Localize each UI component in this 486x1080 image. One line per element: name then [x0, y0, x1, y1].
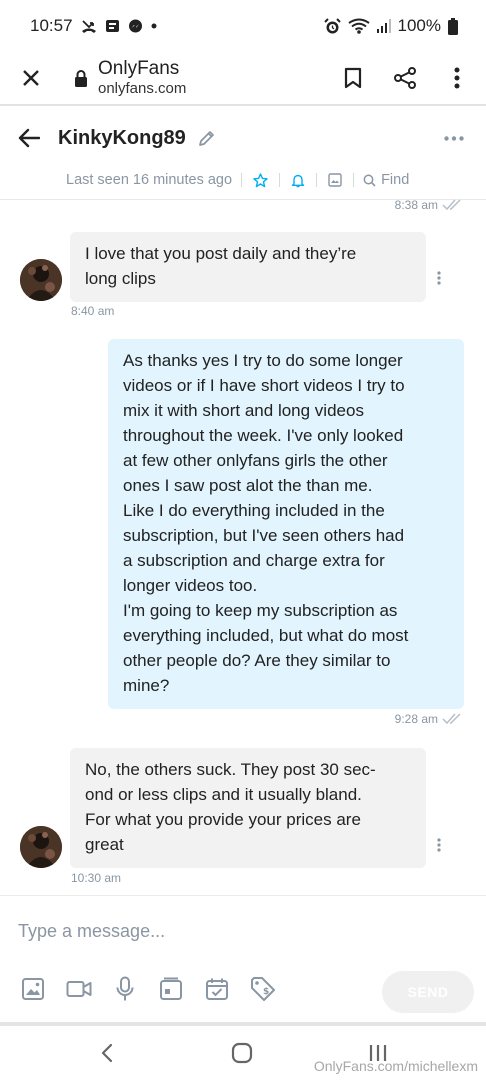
message-timestamp: 8:38 am	[395, 198, 462, 212]
dot-icon	[151, 23, 157, 29]
browser-page-title: OnlyFans	[98, 58, 180, 80]
system-nav-bar: OnlyFans.com/michellexm	[0, 1026, 486, 1080]
status-bar: 10:57 100%	[0, 0, 486, 52]
message-text-line: mine?	[123, 676, 170, 695]
battery-icon	[448, 17, 458, 35]
battery-percent: 100%	[397, 16, 441, 35]
message-text-line: For what you provide your prices are	[85, 810, 361, 829]
vault-icon[interactable]	[158, 976, 184, 1002]
video-icon[interactable]	[66, 976, 92, 1002]
image-icon[interactable]	[328, 173, 342, 187]
share-icon[interactable]	[392, 65, 418, 91]
message-text-line: subscription, but I've seen others had	[123, 526, 405, 545]
message-options-icon[interactable]	[434, 836, 444, 854]
more-dots-icon[interactable]	[440, 128, 468, 148]
message-text-line: great	[85, 835, 124, 854]
outgoing-message-bubble[interactable]: As thanks yes I try to do some longer vi…	[108, 339, 464, 709]
microphone-icon[interactable]	[112, 976, 138, 1002]
message-composer: $ SEND	[0, 895, 486, 1027]
read-receipt-icon	[442, 713, 462, 725]
signal-icon	[376, 19, 391, 33]
browser-page-info[interactable]: OnlyFans onlyfans.com	[98, 58, 186, 97]
browser-url: onlyfans.com	[98, 80, 187, 98]
send-button[interactable]: SEND	[382, 971, 474, 1013]
watermark-text: OnlyFans.com/michellexm	[313, 1058, 478, 1074]
image-icon[interactable]	[20, 976, 46, 1002]
message-text-line: ond or less clips and it usually bland.	[85, 785, 362, 804]
message-text-line: throughout the week. I've only looked	[123, 426, 404, 445]
message-text-line: long clips	[85, 269, 156, 288]
incoming-message-bubble[interactable]: I love that you post daily and they’re l…	[70, 232, 426, 302]
status-time: 10:57	[30, 16, 73, 35]
star-icon[interactable]	[253, 172, 268, 188]
messenger-icon	[128, 19, 143, 34]
lock-icon	[74, 69, 92, 87]
message-list[interactable]: 8:38 am I love that you post daily and t…	[0, 198, 486, 895]
message-timestamp: 10:30 am	[71, 871, 122, 885]
read-receipt-icon	[442, 199, 462, 211]
find-label: Find	[381, 172, 410, 188]
search-icon	[363, 174, 376, 187]
browser-toolbar: OnlyFans onlyfans.com	[0, 52, 486, 106]
price-tag-icon[interactable]: $	[250, 976, 276, 1002]
schedule-icon[interactable]	[204, 976, 230, 1002]
pencil-icon[interactable]	[198, 128, 218, 148]
message-text-line: mix it with short and long videos	[123, 401, 364, 420]
message-text-line: a subscription and charge extra for	[123, 551, 385, 570]
home-icon[interactable]	[227, 1040, 257, 1066]
message-text-line: videos or if I have short videos I try t…	[123, 376, 405, 395]
message-text-line: No, the others suck. They post 30 sec-	[85, 760, 376, 779]
message-text-line: I love that you post daily and they’re	[85, 244, 357, 263]
message-text-line: As thanks yes I try to do some longer	[123, 351, 403, 370]
back-arrow-icon[interactable]	[18, 125, 44, 151]
chat-header: KinkyKong89 Last seen 16 minutes ago Fin…	[0, 108, 486, 200]
chat-contact-name[interactable]: KinkyKong89	[58, 127, 186, 150]
message-text-line: other people do? Are they similar to	[123, 651, 391, 670]
wifi-icon	[347, 18, 370, 34]
message-options-icon[interactable]	[434, 269, 444, 287]
kebab-menu-icon[interactable]	[444, 65, 470, 91]
incoming-message-bubble[interactable]: No, the others suck. They post 30 sec- o…	[70, 748, 426, 868]
missed-call-icon	[81, 18, 97, 34]
alarm-icon	[323, 17, 341, 35]
message-timestamp: 9:28 am	[395, 712, 462, 726]
message-timestamp: 8:40 am	[71, 304, 115, 318]
bookmark-icon[interactable]	[340, 65, 366, 91]
message-text-line: I'm going to keep my subscription as	[123, 601, 398, 620]
message-text-line: at few other onlyfans girls the other	[123, 451, 388, 470]
avatar[interactable]	[20, 826, 62, 868]
message-text-line: longer videos too.	[123, 576, 258, 595]
svg-text:$: $	[263, 987, 269, 997]
message-text-line: Like I do everything included in the	[123, 501, 385, 520]
find-button[interactable]: Find	[363, 172, 409, 188]
message-text-line: ones I saw post alot the than me.	[123, 476, 373, 495]
bell-icon[interactable]	[291, 173, 305, 188]
message-text-line: everything included, but what do most	[123, 626, 409, 645]
message-input[interactable]	[18, 916, 468, 946]
last-seen-text: Last seen 16 minutes ago	[66, 172, 233, 188]
avatar[interactable]	[20, 259, 62, 301]
sim-icon	[105, 19, 120, 33]
back-icon[interactable]	[92, 1040, 122, 1066]
close-icon[interactable]	[16, 63, 46, 93]
